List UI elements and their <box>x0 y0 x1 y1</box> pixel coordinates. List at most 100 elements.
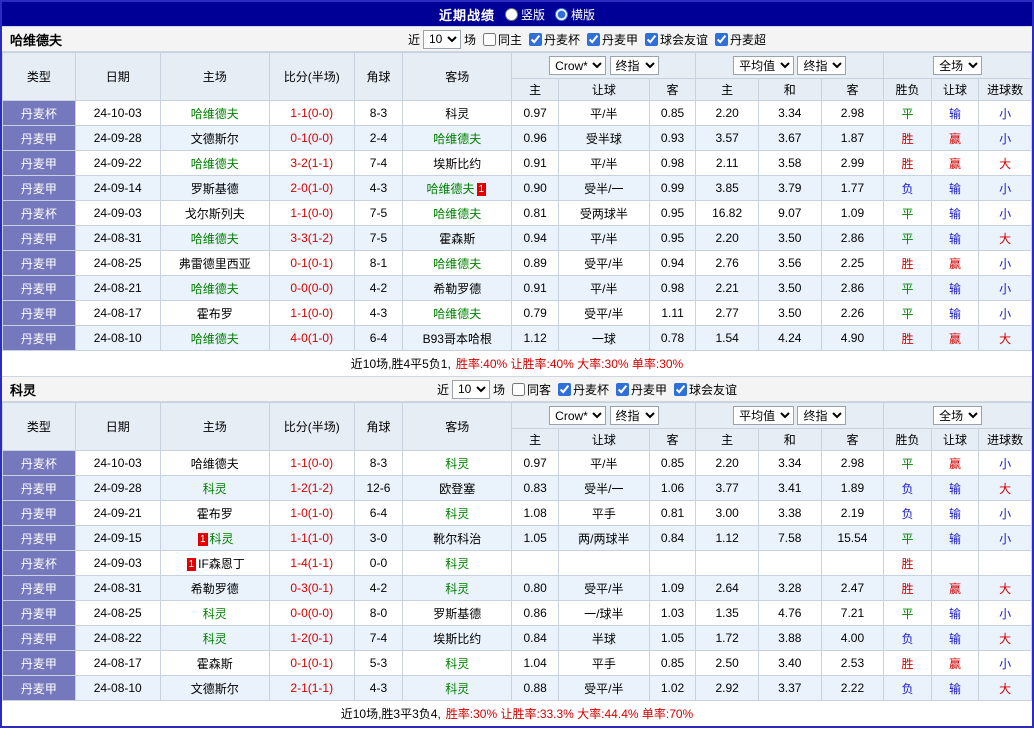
team-name-link[interactable]: 哈维德夫 <box>191 157 239 171</box>
team-name-link[interactable]: 科灵 <box>445 557 469 571</box>
result-cell: 平 <box>883 450 932 476</box>
team-name-link[interactable]: 哈维德夫 <box>433 307 481 321</box>
team-name-link[interactable]: 科灵 <box>445 657 469 671</box>
final-odds-select[interactable]: 终指 <box>797 406 847 425</box>
layout-horizontal-radio[interactable] <box>555 7 568 21</box>
odds-cell: 0.98 <box>648 150 697 176</box>
league-filter-danish-super[interactable]: 丹麦超 <box>715 31 766 48</box>
match-date-cell: 24-08-17 <box>74 300 161 326</box>
odds-cell: 0.83 <box>511 475 559 501</box>
team-name-link[interactable]: 霍布罗 <box>197 307 233 321</box>
same-venue-checkbox[interactable] <box>511 382 525 396</box>
team-name-link[interactable]: 科灵 <box>445 582 469 596</box>
team-name-link[interactable]: 哈维德夫 <box>427 182 475 196</box>
team-name-link[interactable]: 哈维德夫 <box>433 207 481 221</box>
league-filter-danish-1st[interactable]: 丹麦甲 <box>616 381 667 398</box>
league-type-cell: 丹麦甲 <box>2 525 76 551</box>
team-name-link[interactable]: 霍布罗 <box>197 507 233 521</box>
team-name-link[interactable]: 埃斯比约 <box>433 632 481 646</box>
team-name-link[interactable]: 文德斯尔 <box>191 682 239 696</box>
odds-cell: 2.21 <box>695 275 759 301</box>
team-name-link[interactable]: 科灵 <box>203 607 227 621</box>
layout-horizontal-option[interactable]: 横版 <box>555 6 595 23</box>
team-name-link[interactable]: 戈尔斯列夫 <box>185 207 245 221</box>
away-team-cell: 霍森斯 <box>402 225 513 251</box>
layout-vertical-option[interactable]: 竖版 <box>504 6 545 23</box>
odds-cell: 1.03 <box>648 600 697 626</box>
result-cell: 负 <box>883 475 932 501</box>
league-checkbox[interactable] <box>645 32 659 46</box>
final-odds-select[interactable]: 终指 <box>609 56 659 75</box>
team-name-link[interactable]: 科灵 <box>445 107 469 121</box>
away-team-cell: 欧登塞 <box>402 475 513 501</box>
team-name-link[interactable]: 弗雷德里西亚 <box>179 257 251 271</box>
score-cell: 1-1(0-0) <box>268 200 355 226</box>
league-checkbox[interactable] <box>558 382 571 396</box>
team-name-link[interactable]: 哈维德夫 <box>191 332 239 346</box>
layout-vertical-radio[interactable] <box>504 7 518 21</box>
team-name-link[interactable]: 哈维德夫 <box>433 132 481 146</box>
team-name-link[interactable]: 哈维德夫 <box>433 257 481 271</box>
league-checkbox[interactable] <box>674 382 688 396</box>
match-row: 丹麦甲 24-08-25 科灵 0-0(0-0) 8-0 罗斯基德 0.86 一/球半 1.03… <box>2 600 1032 626</box>
league-filter-danish-1st[interactable]: 丹麦甲 <box>587 31 638 48</box>
result-cell: 小 <box>978 175 1032 201</box>
odds-cell: 一球 <box>557 325 650 351</box>
bookmaker-select[interactable]: Crow* <box>549 406 607 425</box>
league-checkbox[interactable] <box>715 32 729 46</box>
same-venue-filter[interactable]: 同客 <box>511 381 551 398</box>
corner-cell: 7-5 <box>353 200 404 226</box>
league-filter-club-friendly[interactable]: 球会友谊 <box>674 381 737 398</box>
corner-cell: 4-2 <box>353 575 404 601</box>
team-name-link[interactable]: 哈维德夫 <box>191 232 239 246</box>
team-name-link[interactable]: 罗斯基德 <box>433 607 481 621</box>
bookmaker-select[interactable]: Crow* <box>549 56 607 75</box>
fulltime-select[interactable]: 全场 <box>933 56 983 75</box>
team-name-link[interactable]: 欧登塞 <box>439 482 475 496</box>
team-name-link[interactable]: 希勒罗德 <box>433 282 481 296</box>
team-name-link[interactable]: 埃斯比约 <box>433 157 481 171</box>
team-name-link[interactable]: 哈维德夫 <box>191 457 239 471</box>
team-name-link[interactable]: 靴尔科治 <box>433 532 481 546</box>
match-count-select[interactable]: 10 <box>451 379 490 399</box>
odds-cell: 0.85 <box>648 100 697 126</box>
same-venue-filter[interactable]: 同主 <box>482 31 522 48</box>
odds-cell: 2.86 <box>820 225 885 251</box>
result-cell: 赢 <box>930 325 980 351</box>
team-name-link[interactable]: 霍森斯 <box>439 232 475 246</box>
final-odds-select[interactable]: 终指 <box>609 406 659 425</box>
fulltime-select[interactable]: 全场 <box>933 406 983 425</box>
team-name-link[interactable]: B93哥本哈根 <box>423 332 492 346</box>
team-name-link[interactable]: 科灵 <box>210 532 234 546</box>
team-name-link[interactable]: 科灵 <box>203 632 227 646</box>
average-odds-select[interactable]: 平均值 <box>733 56 795 75</box>
match-date-cell: 24-10-03 <box>74 450 161 476</box>
team-name-link[interactable]: 罗斯基德 <box>191 182 239 196</box>
team-name-link[interactable]: 科灵 <box>445 457 469 471</box>
games-label: 场 <box>463 32 476 47</box>
league-filter-club-friendly[interactable]: 球会友谊 <box>645 31 708 48</box>
same-venue-checkbox[interactable] <box>482 32 496 46</box>
team-name-link[interactable]: 科灵 <box>445 507 469 521</box>
team-name-link[interactable]: IF森恩丁 <box>198 557 245 571</box>
odds-cell: 受平/半 <box>557 575 650 601</box>
subcol-goals-result: 进球数 <box>978 428 1032 451</box>
league-checkbox[interactable] <box>616 382 630 396</box>
team-name-link[interactable]: 科灵 <box>203 482 227 496</box>
match-count-select[interactable]: 10 <box>422 29 461 49</box>
league-checkbox[interactable] <box>528 32 542 46</box>
final-odds-select[interactable]: 终指 <box>797 56 847 75</box>
result-cell: 胜 <box>883 325 932 351</box>
league-filter-danish-cup[interactable]: 丹麦杯 <box>528 31 580 48</box>
league-filter-danish-cup[interactable]: 丹麦杯 <box>558 381 609 398</box>
average-odds-select[interactable]: 平均值 <box>733 406 795 425</box>
team-name-link[interactable]: 哈维德夫 <box>191 282 239 296</box>
team-name-link[interactable]: 哈维德夫 <box>191 107 239 121</box>
odds-cell: 0.85 <box>648 450 697 476</box>
team-name-link[interactable]: 科灵 <box>445 682 469 696</box>
team-name-link[interactable]: 霍森斯 <box>197 657 233 671</box>
team-name-link[interactable]: 希勒罗德 <box>191 582 239 596</box>
team-name-link[interactable]: 文德斯尔 <box>191 132 239 146</box>
league-checkbox[interactable] <box>587 32 600 46</box>
subcol-result: 胜负 <box>883 428 932 451</box>
